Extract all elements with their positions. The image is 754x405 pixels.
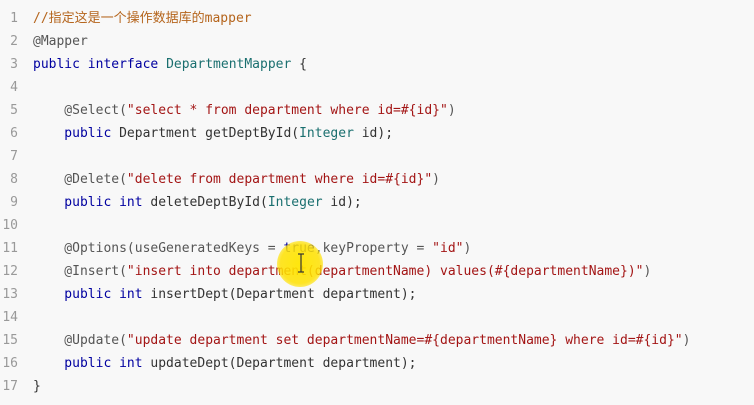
line-number: 12 xyxy=(2,264,18,279)
code-text: //指定这是一个操作数据库的mapper xyxy=(33,11,252,26)
code-token: public xyxy=(33,195,120,210)
line-number: 5 xyxy=(10,103,18,118)
code-token: @Select( xyxy=(33,103,127,118)
line-number: 15 xyxy=(2,333,18,348)
code-token: DepartmentMapper xyxy=(166,57,292,72)
code-token: ) xyxy=(432,172,440,187)
code-line[interactable]: 7 xyxy=(0,145,754,168)
code-token: interface xyxy=(87,57,167,72)
code-text: } xyxy=(33,379,41,394)
line-number: 10 xyxy=(2,218,18,233)
line-number: 11 xyxy=(2,241,18,256)
code-token: public xyxy=(33,126,120,141)
code-editor[interactable]: 1 //指定这是一个操作数据库的mapper 2 @Mapper 3 public int… xyxy=(0,0,754,405)
code-text: @Options(useGeneratedKeys = true,keyProp… xyxy=(33,241,471,256)
code-line[interactable]: 1 //指定这是一个操作数据库的mapper xyxy=(0,7,754,30)
line-number: 16 xyxy=(2,356,18,371)
code-line[interactable]: 12 @Insert("insert into department(depar… xyxy=(0,260,754,283)
line-number: 6 xyxy=(10,126,18,141)
code-line[interactable]: 14 xyxy=(0,306,754,329)
code-line[interactable]: 17} xyxy=(0,375,754,398)
code-line[interactable]: 4 xyxy=(0,76,754,99)
code-line[interactable]: 2 @Mapper xyxy=(0,30,754,53)
line-number: 3 xyxy=(10,57,18,72)
line-number: 7 xyxy=(10,149,18,164)
code-line[interactable]: 10 xyxy=(0,214,754,237)
code-text: public interface DepartmentMapper { xyxy=(33,57,307,72)
code-token: id); xyxy=(353,126,394,141)
code-text: @Select("select * from department where … xyxy=(33,103,456,118)
code-token: { xyxy=(291,57,307,72)
code-text: public int insertDept(Department departm… xyxy=(33,287,417,302)
code-token: "insert into department(departmentName) … xyxy=(126,264,644,279)
code-line[interactable]: 3 public interface DepartmentMapper { xyxy=(0,53,754,76)
line-number: 13 xyxy=(2,287,18,302)
code-token: int xyxy=(119,356,143,371)
code-token: ) xyxy=(643,264,652,279)
code-token: public xyxy=(33,287,120,302)
code-token: ) xyxy=(447,103,456,118)
code-text: public int deleteDeptById(Integer id); xyxy=(33,195,362,210)
code-token: updateDept(Department department); xyxy=(142,356,417,371)
code-token: public xyxy=(33,356,120,371)
code-line[interactable]: 13 public int insertDept(Department depa… xyxy=(0,283,754,306)
code-token: ) xyxy=(682,333,691,348)
line-number: 17 xyxy=(2,379,18,394)
code-line[interactable]: 6 public Department getDeptById(Integer … xyxy=(0,122,754,145)
code-token: } xyxy=(33,379,41,394)
line-number: 9 xyxy=(10,195,18,210)
code-token: //指定这是一个操作数据库的mapper xyxy=(33,11,252,26)
code-text: @Insert("insert into department(departme… xyxy=(33,264,651,279)
line-number: 1 xyxy=(10,11,18,26)
code-line[interactable]: 15 @Update("update department set depart… xyxy=(0,329,754,352)
code-token: @Options(useGeneratedKeys = xyxy=(33,241,284,256)
line-number: 2 xyxy=(10,34,18,49)
code-token: ) xyxy=(463,241,472,256)
code-token: @Insert( xyxy=(33,264,127,279)
code-token: int xyxy=(119,287,143,302)
code-token: @Delete( xyxy=(33,172,127,187)
code-line[interactable]: 11 @Options(useGeneratedKeys = true,keyP… xyxy=(0,237,754,260)
code-token: id); xyxy=(322,195,362,210)
code-token: Integer xyxy=(267,195,323,210)
code-token: public xyxy=(33,57,88,72)
i-beam-cursor-icon xyxy=(298,253,304,273)
code-text: @Delete("delete from department where id… xyxy=(33,172,440,187)
line-number: 4 xyxy=(10,80,18,95)
code-token: "delete from department where id=#{id}" xyxy=(126,172,433,187)
code-token: deleteDeptById( xyxy=(142,195,268,210)
code-line[interactable]: 5 @Select("select * from department wher… xyxy=(0,99,754,122)
code-text: @Mapper xyxy=(33,34,88,49)
code-token: "update department set departmentName=#{… xyxy=(126,333,683,348)
code-line[interactable]: 9 public int deleteDeptById(Integer id); xyxy=(0,191,754,214)
code-token: @Update( xyxy=(33,333,127,348)
line-number: 8 xyxy=(10,172,18,187)
code-line[interactable]: 8 @Delete("delete from department where … xyxy=(0,168,754,191)
code-token: int xyxy=(119,195,143,210)
code-token: Department getDeptById( xyxy=(119,126,300,141)
code-text: public int updateDept(Department departm… xyxy=(33,356,417,371)
code-token: "id" xyxy=(432,241,464,256)
code-token: "select * from department where id=#{id}… xyxy=(126,103,448,118)
code-text: @Update("update department set departmen… xyxy=(33,333,690,348)
code-token: insertDept(Department department); xyxy=(142,287,417,302)
code-token: ,keyProperty = xyxy=(314,241,433,256)
code-text: public Department getDeptById(Integer id… xyxy=(33,126,393,141)
code-line[interactable]: 16 public int updateDept(Department depa… xyxy=(0,352,754,375)
code-token: @Mapper xyxy=(33,34,88,49)
line-number: 14 xyxy=(2,310,18,325)
code-token: Integer xyxy=(299,126,354,141)
